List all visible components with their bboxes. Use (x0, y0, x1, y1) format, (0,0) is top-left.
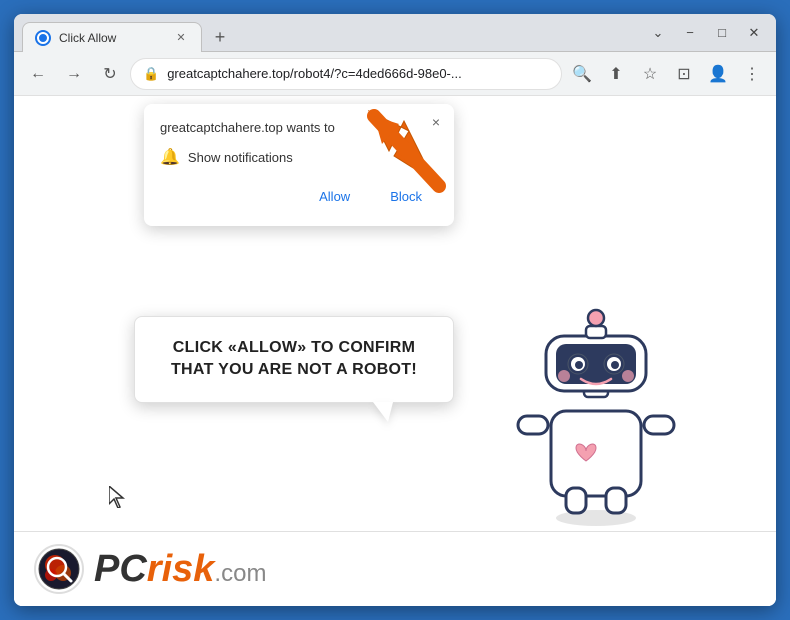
active-tab[interactable]: Click Allow ✕ (22, 22, 202, 52)
bubble-text: CLICK «ALLOW» TO CONFIRM THAT YOU ARE NO… (159, 337, 429, 382)
address-bar[interactable]: 🔒 greatcaptchahere.top/robot4/?c=4ded666… (130, 58, 562, 90)
close-button[interactable]: ✕ (740, 19, 768, 47)
share-icon-button[interactable]: ⬆ (600, 58, 632, 90)
pcrisk-domain-text: .com (214, 560, 266, 587)
robot-svg (496, 296, 696, 526)
search-icon-button[interactable]: 🔍 (566, 58, 598, 90)
tab-close-button[interactable]: ✕ (173, 30, 189, 46)
profile-button[interactable]: 👤 (702, 58, 734, 90)
notification-label: Show notifications (188, 150, 293, 165)
mouse-cursor (109, 486, 127, 513)
bell-icon: 🔔 (160, 147, 180, 167)
title-bar: Click Allow ✕ + ⌄ − □ ✕ (14, 14, 776, 52)
pcrisk-text: PCrisk.com (94, 548, 266, 591)
pcrisk-bar: PCrisk.com (14, 531, 776, 606)
maximize-button[interactable]: □ (708, 19, 736, 47)
new-tab-button[interactable]: + (206, 23, 234, 51)
url-text: greatcaptchahere.top/robot4/?c=4ded666d-… (167, 66, 549, 81)
back-button[interactable]: ← (22, 58, 54, 90)
split-view-button[interactable]: ⊡ (668, 58, 700, 90)
menu-button[interactable]: ⋮ (736, 58, 768, 90)
forward-button[interactable]: → (58, 58, 90, 90)
pcrisk-risk-text: risk (147, 548, 215, 590)
bookmark-icon-button[interactable]: ☆ (634, 58, 666, 90)
chevron-down-button[interactable]: ⌄ (644, 19, 672, 47)
speech-bubble: CLICK «ALLOW» TO CONFIRM THAT YOU ARE NO… (134, 316, 454, 403)
pcrisk-logo: PCrisk.com (34, 544, 266, 594)
nav-actions: 🔍 ⬆ ☆ ⊡ 👤 ⋮ (566, 58, 768, 90)
pointing-arrow (344, 96, 464, 196)
reload-button[interactable]: ↻ (94, 58, 126, 90)
browser-window: Click Allow ✕ + ⌄ − □ ✕ ← → ↻ 🔒 greatcap… (14, 14, 776, 606)
lock-icon: 🔒 (143, 66, 159, 82)
minimize-button[interactable]: − (676, 19, 704, 47)
tab-favicon (35, 30, 51, 46)
tab-title: Click Allow (59, 31, 165, 45)
arrow-container (344, 96, 464, 196)
pcrisk-pc-text: PC (94, 548, 147, 590)
nav-bar: ← → ↻ 🔒 greatcaptchahere.top/robot4/?c=4… (14, 52, 776, 96)
robot-illustration (496, 296, 696, 526)
window-controls: ⌄ − □ ✕ (644, 19, 768, 47)
tab-area: Click Allow ✕ + (22, 14, 632, 51)
pcrisk-icon (34, 544, 84, 594)
page-content: × greatcaptchahere.top wants to 🔔 Show n… (14, 96, 776, 606)
